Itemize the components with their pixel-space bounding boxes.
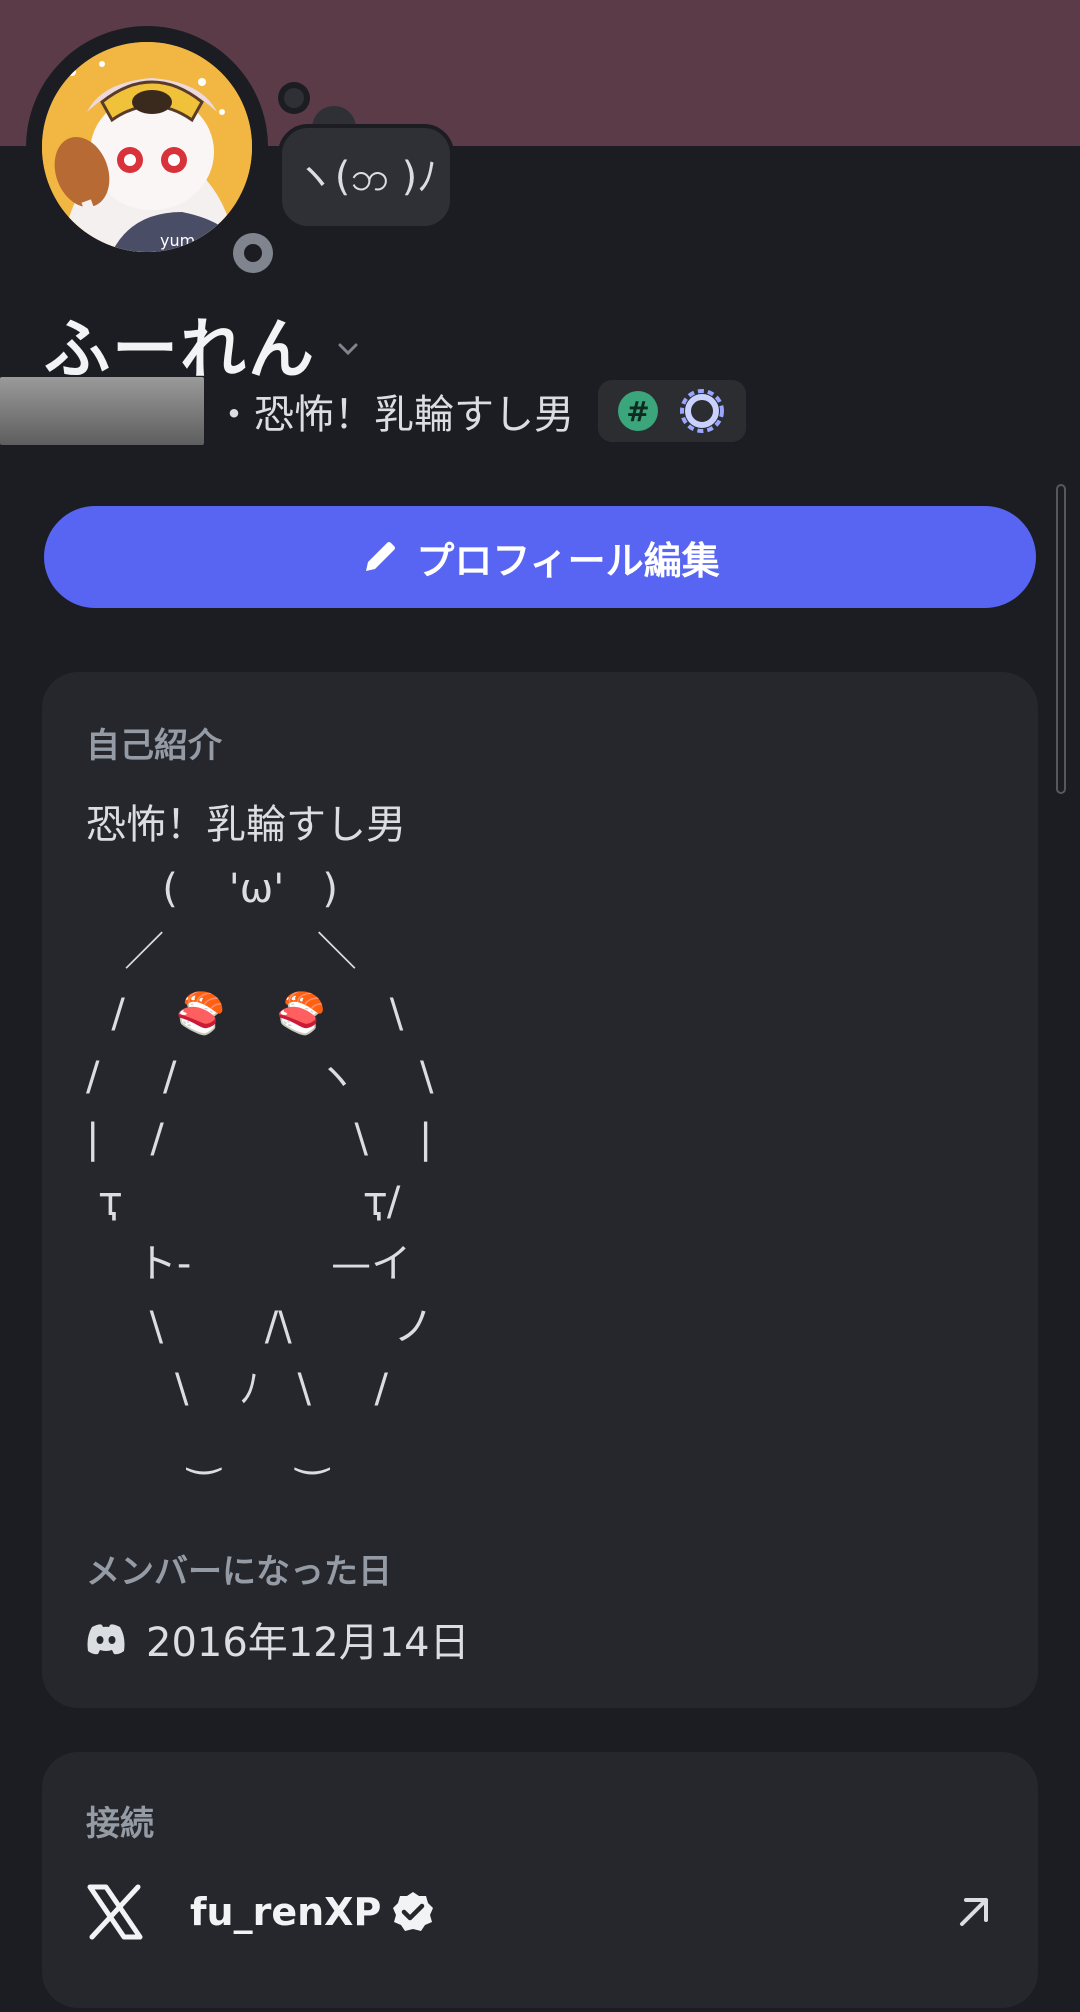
offline-status-icon	[233, 233, 273, 273]
bio-line: ／ ＼	[86, 928, 357, 975]
external-link-icon[interactable]	[954, 1892, 994, 1932]
verified-check-icon	[393, 1892, 434, 1931]
scrollbar[interactable]	[1056, 484, 1066, 794]
bio-ascii-art: ( 'ω' ) ／ ＼ / 🍣 🍣 \ / / ヽ \ | / \ | ҭ ҭ/…	[86, 858, 433, 1483]
bio-line: \ /\ ノ	[86, 1303, 434, 1350]
member-since-date: 2016年12月14日	[146, 1620, 470, 1666]
about-me-card: 自己紹介 恐怖！乳輪すし男 ( 'ω' ) ／ ＼ / 🍣 🍣 \ / / ヽ …	[42, 672, 1038, 1708]
connection-username: fu_renXP	[190, 1890, 382, 1934]
custom-status-bubble[interactable]: ヽ(ဘ )ﾉ	[278, 124, 454, 230]
custom-status-text: ヽ(ဘ )ﾉ	[294, 154, 438, 200]
edit-profile-button[interactable]: プロフィール編集	[44, 506, 1036, 608]
laurel-badge-icon[interactable]	[678, 387, 726, 435]
hashtag-badge-icon[interactable]: #	[618, 391, 658, 431]
status-indicator	[224, 224, 282, 282]
bio-line: | / \ |	[86, 1116, 433, 1162]
bio-line: ( 'ω' )	[86, 866, 338, 912]
discord-icon	[87, 1624, 125, 1655]
bio-line: \ ﾉ \ /	[86, 1366, 389, 1412]
about-me-label: 自己紹介	[86, 726, 222, 766]
bio-line: ҭ ҭ/	[86, 1178, 401, 1225]
edit-profile-label: プロフィール編集	[416, 538, 720, 583]
connections-card: 接続 fu_renXP	[42, 1752, 1038, 2008]
redacted-username	[0, 377, 204, 445]
profile-subtitle-row: ・恐怖！乳輪すし男 #	[0, 377, 746, 445]
avatar[interactable]: yum	[42, 42, 252, 252]
bio-line: ト- —イ	[86, 1241, 412, 1287]
bio-line: ‿ ‿	[86, 1428, 329, 1475]
status-bubble-dot	[278, 82, 310, 114]
member-since-row: 2016年12月14日	[86, 1610, 470, 1668]
bio-line: / / ヽ \	[86, 1053, 434, 1100]
bio-line: / 🍣 🍣 \	[86, 991, 404, 1037]
avatar-wrapper[interactable]: yum	[26, 26, 282, 282]
chevron-down-icon[interactable]	[338, 340, 358, 360]
svg-text:yum: yum	[160, 231, 195, 250]
member-since-label: メンバーになった日	[86, 1552, 392, 1592]
connections-label: 接続	[86, 1804, 154, 1844]
pencil-icon	[366, 542, 396, 571]
bio-first-line: 恐怖！乳輪すし男	[86, 802, 406, 848]
pronouns-text: ・恐怖！乳輪すし男	[214, 392, 574, 438]
badge-container[interactable]: #	[598, 380, 746, 442]
connection-item-x[interactable]: fu_renXP	[86, 1872, 994, 1952]
x-logo-icon	[87, 1884, 143, 1940]
